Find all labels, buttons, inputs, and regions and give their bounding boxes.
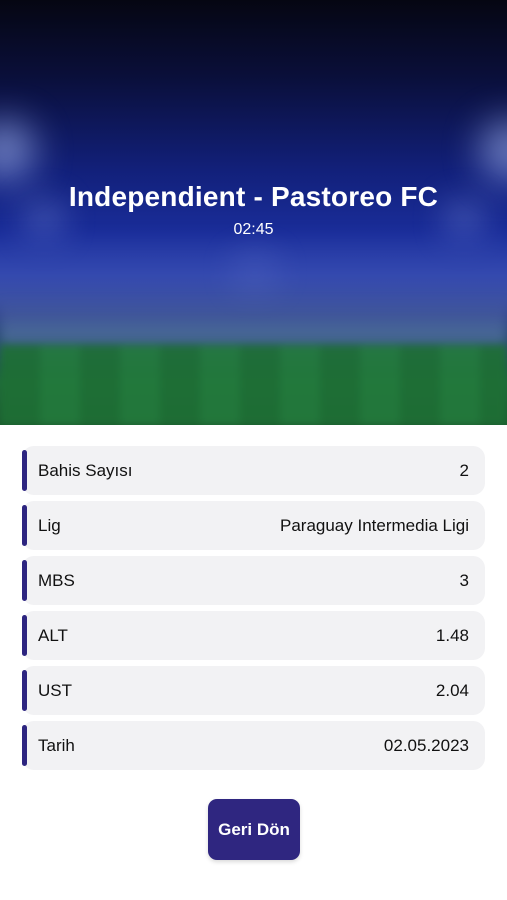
detail-row-tarih: Tarih 02.05.2023 — [22, 721, 485, 770]
match-time: 02:45 — [233, 221, 274, 238]
detail-label: ALT — [38, 625, 68, 645]
detail-row-ust: UST 2.04 — [22, 666, 485, 715]
floodlight-right — [480, 120, 507, 180]
row-accent-bar — [22, 725, 27, 766]
row-accent-bar — [22, 670, 27, 711]
detail-value: 1.48 — [435, 625, 469, 645]
match-details-list: Bahis Sayısı 2 Lig Paraguay Intermedia L… — [22, 446, 485, 776]
pitch — [0, 345, 507, 425]
row-accent-bar — [22, 560, 27, 601]
detail-value: 2 — [459, 460, 469, 480]
detail-label: UST — [38, 680, 72, 700]
detail-label: Bahis Sayısı — [38, 460, 133, 480]
detail-value: Paraguay Intermedia Ligi — [279, 515, 469, 535]
detail-label: Tarih — [38, 735, 75, 755]
detail-row-bahis-sayisi: Bahis Sayısı 2 — [22, 446, 485, 495]
detail-value: 3 — [459, 570, 469, 590]
detail-row-alt: ALT 1.48 — [22, 611, 485, 660]
detail-label: MBS — [38, 570, 75, 590]
floodlight-left — [0, 120, 35, 180]
detail-value: 02.05.2023 — [383, 735, 469, 755]
detail-label: Lig — [38, 515, 61, 535]
detail-row-lig: Lig Paraguay Intermedia Ligi — [22, 501, 485, 550]
detail-row-mbs: MBS 3 — [22, 556, 485, 605]
row-accent-bar — [22, 450, 27, 491]
row-accent-bar — [22, 615, 27, 656]
row-accent-bar — [22, 505, 27, 546]
back-button[interactable]: Geri Dön — [208, 799, 300, 860]
match-title: Independient - Pastoreo FC — [68, 181, 439, 212]
stadium-header-image: Independient - Pastoreo FC 02:45 — [0, 0, 507, 425]
detail-value: 2.04 — [435, 680, 469, 700]
